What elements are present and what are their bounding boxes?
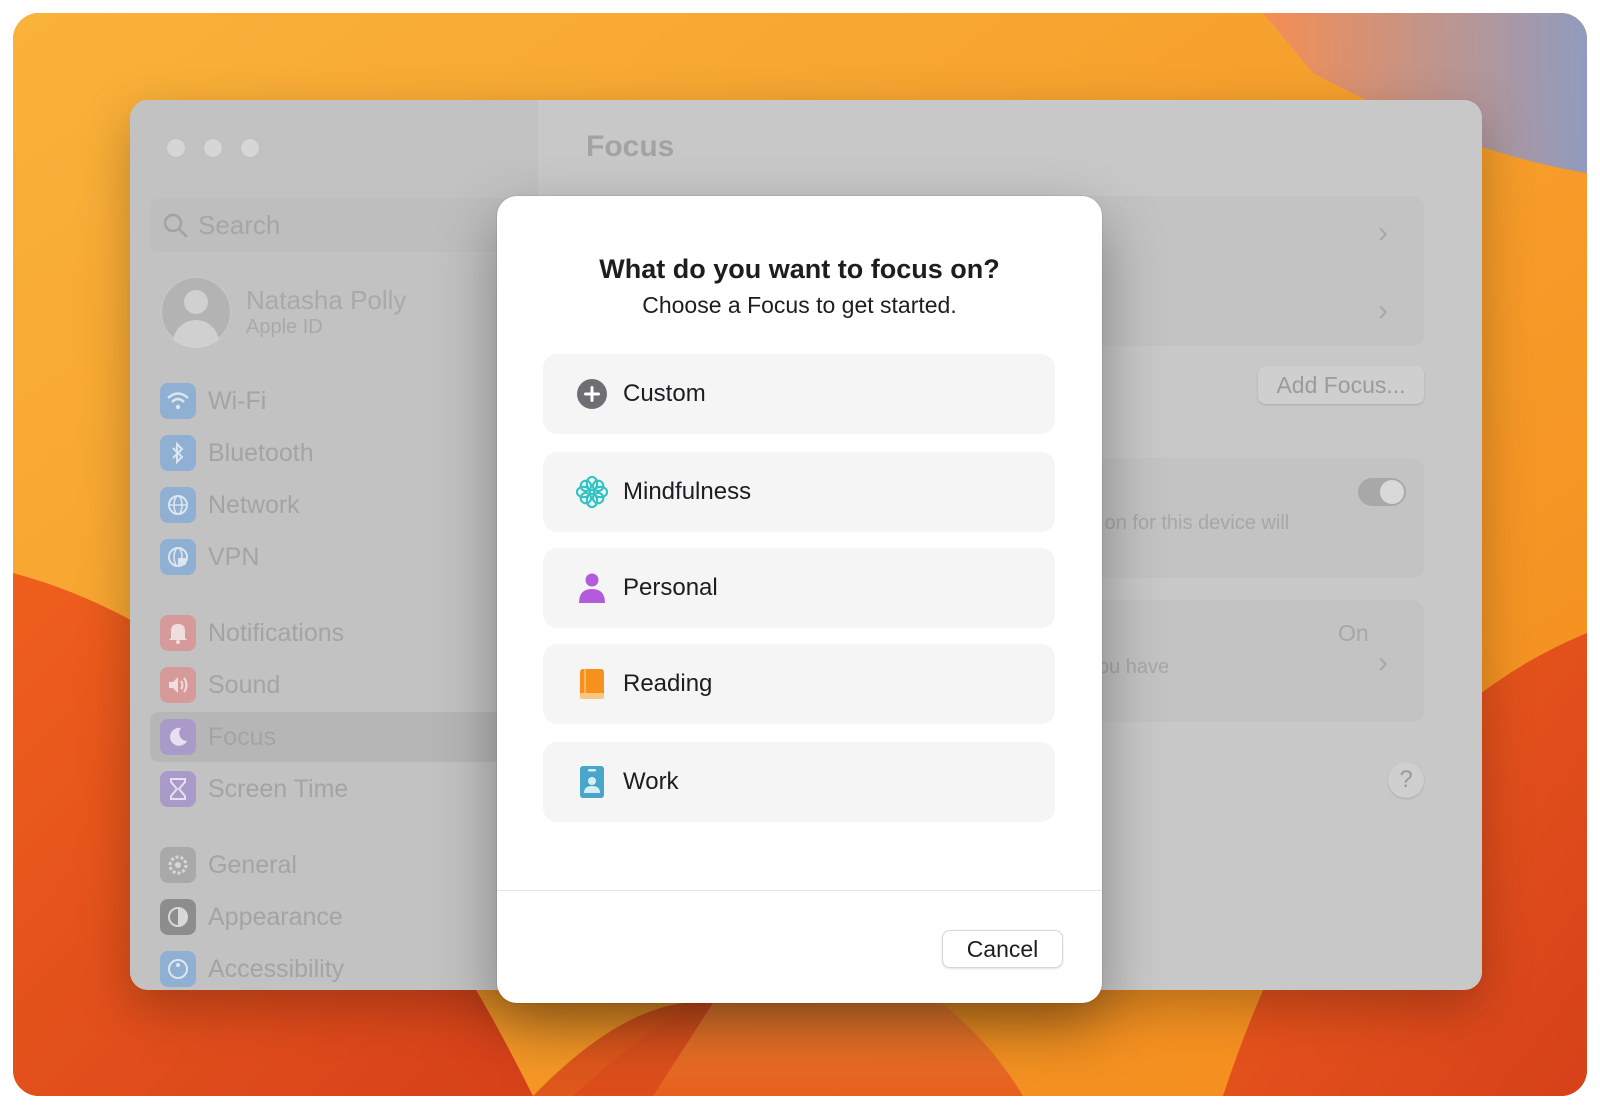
- moon-icon: [160, 719, 196, 755]
- hourglass-icon: [160, 771, 196, 807]
- minimize-window-button[interactable]: [203, 138, 223, 158]
- sidebar-item-general[interactable]: General: [150, 840, 518, 890]
- sidebar-item-wifi[interactable]: Wi-Fi: [150, 376, 518, 426]
- focus-option-work[interactable]: Work: [543, 742, 1055, 822]
- cancel-button[interactable]: Cancel: [942, 930, 1063, 968]
- search-icon: [163, 213, 188, 238]
- sidebar-item-vpn[interactable]: VPN: [150, 532, 518, 582]
- sidebar-item-sound[interactable]: Sound: [150, 660, 518, 710]
- focus-option-personal[interactable]: Personal: [543, 548, 1055, 628]
- sidebar-item-screen-time[interactable]: Screen Time: [150, 764, 518, 814]
- badge-icon: [575, 765, 609, 799]
- close-window-button[interactable]: [166, 138, 186, 158]
- gear-icon: [160, 847, 196, 883]
- wifi-icon: [160, 383, 196, 419]
- focus-option-label: Mindfulness: [623, 478, 752, 505]
- screen: Search Natasha Polly Apple ID Wi-Fi Blue…: [0, 0, 1600, 1109]
- user-subtitle: Apple ID: [246, 316, 323, 338]
- vpn-globe-icon: [160, 539, 196, 575]
- bell-icon: [160, 615, 196, 651]
- appearance-icon: [160, 899, 196, 935]
- sidebar-item-label: Bluetooth: [208, 438, 314, 467]
- apple-id-account[interactable]: Natasha Polly Apple ID: [160, 276, 406, 348]
- focus-option-label: Reading: [623, 670, 713, 697]
- sidebar-item-notifications[interactable]: Notifications: [150, 608, 518, 658]
- sidebar-item-label: Wi-Fi: [208, 386, 267, 415]
- sidebar-item-network[interactable]: Network: [150, 480, 518, 530]
- sidebar-item-bluetooth[interactable]: Bluetooth: [150, 428, 518, 478]
- choose-focus-dialog: What do you want to focus on? Choose a F…: [497, 196, 1102, 1003]
- plus-circle-icon: [575, 377, 609, 411]
- share-across-devices-toggle[interactable]: [1358, 478, 1406, 506]
- chevron-right-icon[interactable]: ›: [1378, 294, 1388, 328]
- globe-icon: [160, 487, 196, 523]
- dialog-subtitle: Choose a Focus to get started.: [642, 292, 957, 318]
- sidebar: Search Natasha Polly Apple ID Wi-Fi Blue…: [130, 100, 538, 990]
- page-title: Focus: [586, 130, 675, 163]
- sidebar-item-label: Network: [208, 490, 300, 519]
- sidebar-item-focus[interactable]: Focus: [150, 712, 518, 762]
- add-focus-button[interactable]: Add Focus...: [1258, 366, 1424, 404]
- focus-option-label: Personal: [623, 574, 718, 601]
- share-description: e on for this device will: [1088, 512, 1290, 534]
- focus-option-mindfulness[interactable]: Mindfulness: [543, 452, 1055, 532]
- chevron-right-icon[interactable]: ›: [1378, 216, 1388, 250]
- search-placeholder: Search: [198, 209, 281, 240]
- sidebar-item-label: Notifications: [208, 618, 345, 647]
- sidebar-item-label: General: [208, 850, 297, 879]
- dialog-title: What do you want to focus on?: [599, 254, 1000, 284]
- focus-option-label: Work: [623, 768, 679, 795]
- user-name: Natasha Polly: [246, 285, 407, 315]
- book-icon: [575, 667, 609, 701]
- dialog-divider: [497, 890, 1102, 891]
- bluetooth-icon: [160, 435, 196, 471]
- chevron-right-icon[interactable]: ›: [1378, 646, 1388, 680]
- focus-status-value: On: [1338, 620, 1369, 646]
- zoom-window-button[interactable]: [240, 138, 260, 158]
- sidebar-item-label: Screen Time: [208, 774, 349, 803]
- sidebar-item-label: Focus: [208, 722, 277, 751]
- accessibility-icon: [160, 951, 196, 987]
- sidebar-item-label: Appearance: [208, 902, 343, 931]
- focus-option-label: Custom: [623, 380, 706, 407]
- focus-option-reading[interactable]: Reading: [543, 644, 1055, 724]
- speaker-icon: [160, 667, 196, 703]
- sidebar-item-label: VPN: [208, 542, 260, 571]
- sidebar-item-label: Sound: [208, 670, 281, 699]
- person-icon: [575, 571, 609, 605]
- sidebar-item-accessibility[interactable]: Accessibility: [150, 944, 518, 990]
- sidebar-item-label: Accessibility: [208, 954, 345, 983]
- focus-option-custom[interactable]: Custom: [543, 354, 1055, 434]
- flower-icon: [575, 475, 609, 509]
- help-button[interactable]: ?: [1388, 762, 1424, 798]
- sidebar-item-appearance[interactable]: Appearance: [150, 892, 518, 942]
- sidebar-search-field[interactable]: Search: [150, 198, 518, 252]
- avatar: [160, 276, 232, 348]
